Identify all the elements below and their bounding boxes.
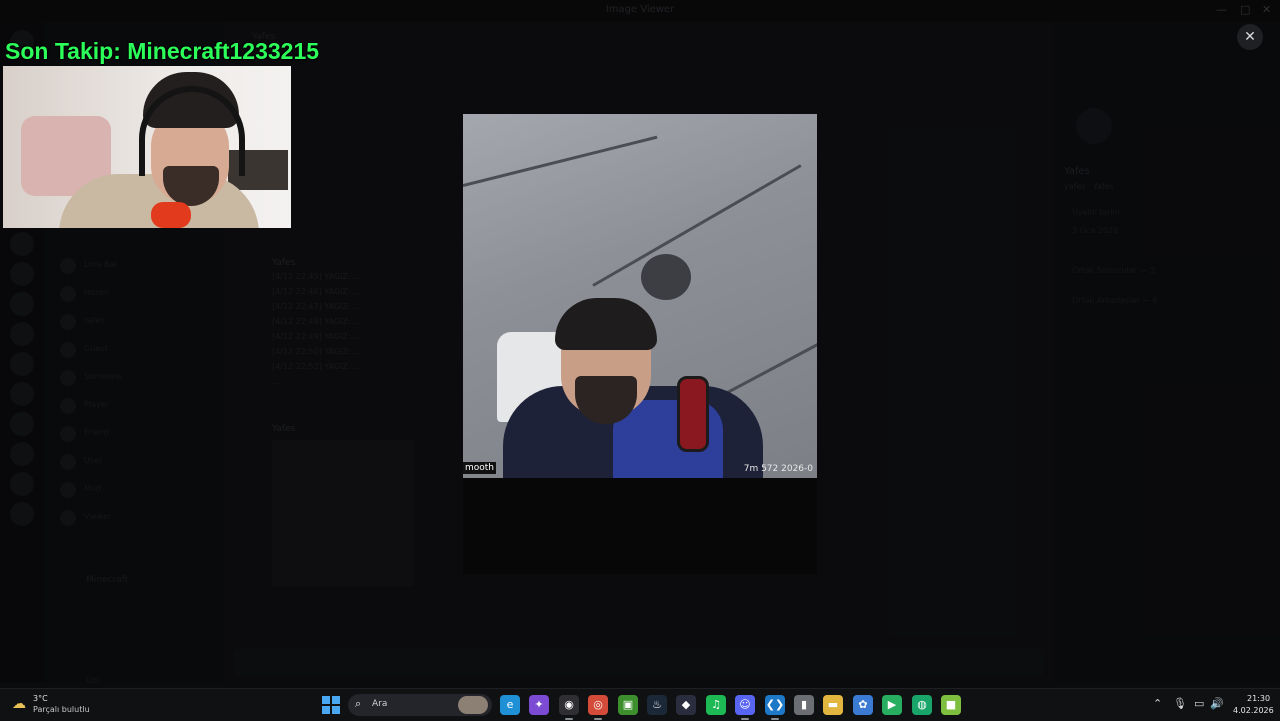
file-explorer-icon[interactable]: ▬ — [823, 695, 843, 715]
floor-hole — [641, 254, 691, 300]
webcam-feed — [3, 66, 291, 228]
spotify-icon[interactable]: ♫ — [706, 695, 726, 715]
play-app-icon[interactable]: ▶ — [882, 695, 902, 715]
radar-app-icon[interactable]: ◍ — [912, 695, 932, 715]
image-caption-left: mooth — [463, 462, 497, 474]
microphone — [677, 376, 709, 452]
start-icon[interactable] — [322, 696, 340, 714]
search-label: Ara — [372, 699, 388, 709]
copilot-icon[interactable]: ✦ — [529, 695, 549, 715]
usb-app-icon[interactable]: ▮ — [794, 695, 814, 715]
taskbar: ☁ 3°C Parçalı bulutlu ⌕ Ara e ✦ ◉ ◎ ▣ ♨ ◆ ♫ ☺ ❮❯ ▮… — [0, 688, 1280, 721]
viewer-image[interactable]: mooth 7m 572 2026-0 — [463, 114, 817, 478]
volume-icon[interactable]: 🔊 — [1210, 697, 1224, 710]
chevron-up-icon[interactable]: ⌃ — [1153, 697, 1162, 710]
app-dark-icon[interactable]: ◆ — [676, 695, 696, 715]
obs-icon[interactable]: ◉ — [559, 695, 579, 720]
search-box[interactable]: ⌕ Ara — [348, 694, 492, 716]
vscode-icon[interactable]: ❮❯ — [765, 695, 785, 720]
edge-icon[interactable]: e — [500, 695, 520, 715]
search-highlight-image — [458, 696, 488, 714]
image-caption-right: 7m 572 2026-0 — [743, 464, 813, 474]
chrome-icon[interactable]: ◎ — [588, 695, 608, 720]
minecraft-icon[interactable]: ▣ — [618, 695, 638, 715]
network-app-icon[interactable]: ✿ — [853, 695, 873, 715]
weather-temperature[interactable]: 3°C — [33, 694, 48, 703]
weather-description[interactable]: Parçalı bulutlu — [33, 705, 90, 714]
close-icon[interactable]: ✕ — [1237, 24, 1263, 50]
last-follower-banner: Son Takip: Minecraft1233215 — [5, 38, 320, 64]
discord-icon[interactable]: ☺ — [735, 695, 755, 720]
viewer-bottom-area — [463, 478, 817, 574]
webcam-microphone — [151, 202, 191, 228]
microphone-icon[interactable]: 🎙 — [1173, 697, 1187, 710]
steam-icon[interactable]: ♨ — [647, 695, 667, 715]
clock-date[interactable]: 4.02.2026 — [1233, 706, 1274, 715]
weather-icon[interactable]: ☁ — [12, 696, 28, 712]
cube-app-icon[interactable]: ■ — [941, 695, 961, 715]
clock-time[interactable]: 21:30 — [1247, 694, 1270, 703]
display-icon[interactable]: ▭ — [1194, 697, 1204, 710]
search-icon: ⌕ — [355, 697, 362, 710]
